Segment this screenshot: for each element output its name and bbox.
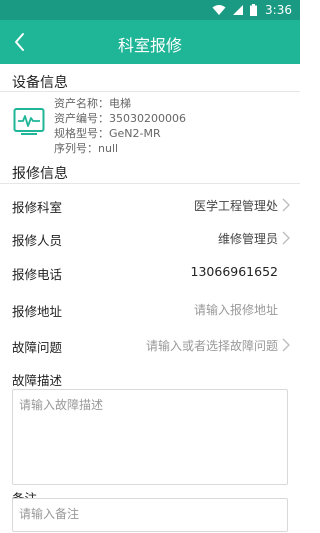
phone-label: 报修电话 xyxy=(12,267,63,282)
divider xyxy=(0,183,300,184)
chevron-right-icon xyxy=(282,338,290,352)
department-label: 报修科室 xyxy=(12,200,63,215)
phone-input[interactable]: 13066961652 xyxy=(191,264,278,279)
status-icons: 3:36 xyxy=(212,3,292,17)
reporter-value[interactable]: 维修管理员 xyxy=(218,230,278,247)
asset-name: 资产名称：电梯 xyxy=(54,97,131,110)
wifi-icon xyxy=(212,5,226,15)
page-title: 科室报修 xyxy=(117,36,182,55)
title-bar: 科室报修 xyxy=(0,20,300,64)
department-value[interactable]: 医学工程管理处 xyxy=(194,197,278,214)
fault-description-label: 故障描述 xyxy=(12,373,63,388)
asset-number: 资产编号：35030200006 xyxy=(54,112,186,125)
repair-section-heading: 报修信息 xyxy=(12,166,68,182)
fault-label: 故障问题 xyxy=(12,340,63,355)
form-row-address[interactable]: 报修地址 请输入报修地址 xyxy=(0,290,300,328)
remark-placeholder: 请输入备注 xyxy=(19,507,80,521)
device-section-heading: 设备信息 xyxy=(12,75,68,91)
battery-icon xyxy=(250,4,258,16)
form-row-phone[interactable]: 报修电话 13066961652 xyxy=(0,253,300,291)
divider xyxy=(0,91,300,92)
fault-input[interactable]: 请输入或者选择故障问题 xyxy=(146,337,278,354)
reporter-label: 报修人员 xyxy=(12,233,63,248)
address-input[interactable]: 请输入报修地址 xyxy=(194,301,278,318)
status-time: 3:36 xyxy=(265,3,292,17)
monitor-icon xyxy=(13,108,45,135)
signal-icon xyxy=(233,5,244,15)
chevron-right-icon xyxy=(282,198,290,212)
asset-serial: 序列号：null xyxy=(54,142,119,155)
address-label: 报修地址 xyxy=(12,304,63,319)
fault-description-placeholder: 请输入故障描述 xyxy=(19,398,104,412)
form-row-fault[interactable]: 故障问题 请输入或者选择故障问题 xyxy=(0,326,300,364)
chevron-right-icon xyxy=(282,231,290,245)
device-info: 资产名称：电梯 资产编号：35030200006 规格型号：GeN2-MR 序列… xyxy=(54,96,186,156)
fault-description-textarea[interactable]: 请输入故障描述 xyxy=(12,389,288,485)
status-bar: 3:36 xyxy=(0,0,300,20)
remark-textarea[interactable]: 请输入备注 xyxy=(12,498,288,532)
form-row-reporter[interactable]: 报修人员 维修管理员 xyxy=(0,219,300,257)
asset-model: 规格型号：GeN2-MR xyxy=(54,127,161,140)
